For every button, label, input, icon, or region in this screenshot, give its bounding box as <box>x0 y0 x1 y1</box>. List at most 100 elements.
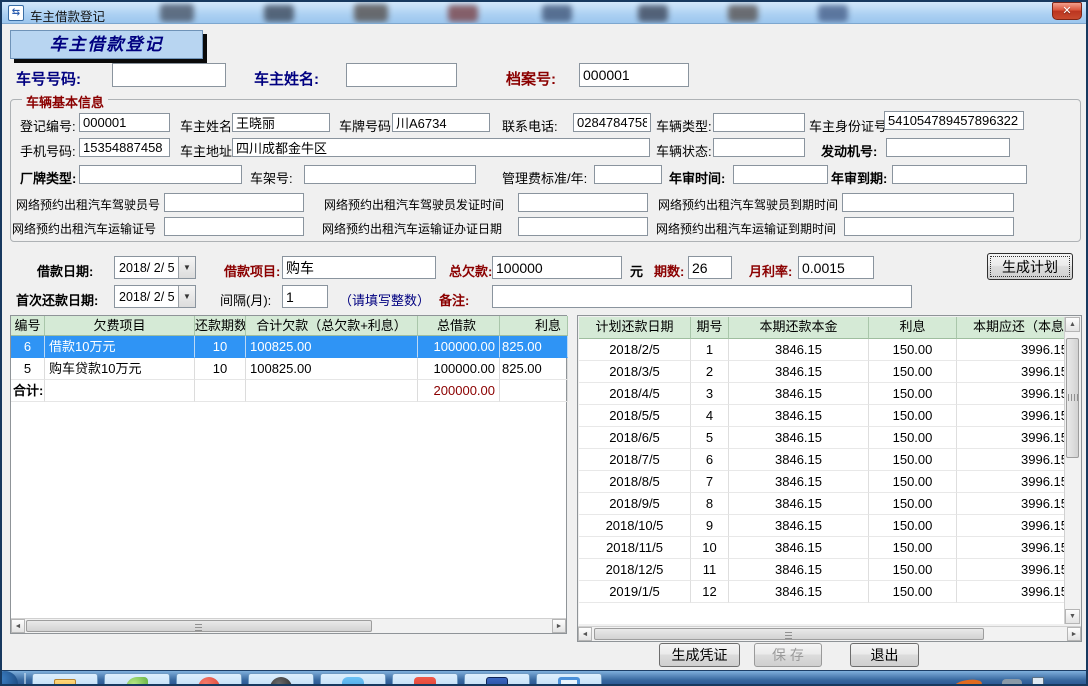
vehicle-no-input[interactable] <box>112 63 226 87</box>
start-orb[interactable] <box>2 671 18 684</box>
plan-table-vscrollbar[interactable]: ▲ ▼ <box>1064 317 1080 624</box>
net-driver-due-input[interactable] <box>842 193 1014 212</box>
generate-plan-button[interactable]: 生成计划 <box>987 253 1073 280</box>
col-header[interactable]: 欠费项目 <box>45 316 195 336</box>
col-header[interactable]: 期号 <box>691 317 729 339</box>
loan-item-input[interactable] <box>282 256 436 279</box>
net-trans-no-input[interactable] <box>164 217 304 236</box>
col-header[interactable]: 总借款 <box>418 316 500 336</box>
net-trans-due-input[interactable] <box>844 217 1014 236</box>
plan-table-header: 计划还款日期 期号 本期还款本金 利息 本期应还（本息 <box>579 317 1065 339</box>
vehicle-type-input[interactable] <box>713 113 805 132</box>
debt-table-row-selected[interactable]: 6 借款10万元 10 100825.00 100000.00 825.00 <box>11 336 568 358</box>
file-no-input[interactable] <box>579 63 689 87</box>
col-header[interactable]: 本期应还（本息 <box>957 317 1065 339</box>
phone-input[interactable] <box>573 113 651 132</box>
vehicle-status-input[interactable] <box>713 138 805 157</box>
loan-total-input[interactable] <box>492 256 622 279</box>
save-button[interactable]: 保 存 <box>754 643 822 667</box>
rate-label: 月利率: <box>749 261 792 280</box>
reg-no-input[interactable] <box>79 113 170 132</box>
debt-table-row[interactable]: 5 购车贷款10万元 10 100825.00 100000.00 825.00 <box>11 358 568 380</box>
plan-table-row[interactable]: 2018/9/5 8 3846.15 150.00 3996.15 <box>579 493 1065 515</box>
background-icon-blur <box>354 4 388 22</box>
col-header[interactable]: 合计欠款（总欠款+利息） <box>246 316 418 336</box>
mobile-input[interactable] <box>79 138 170 157</box>
background-icon-blur <box>728 5 758 22</box>
remark-input[interactable] <box>492 285 912 308</box>
plan-table: 计划还款日期 期号 本期还款本金 利息 本期应还（本息 2018/2/5 1 3… <box>579 317 1065 624</box>
plan-table-row[interactable]: 2018/7/5 6 3846.15 150.00 3996.15 <box>579 449 1065 471</box>
plan-table-row[interactable]: 2018/4/5 3 3846.15 150.00 3996.15 <box>579 383 1065 405</box>
chevron-down-icon[interactable]: ▼ <box>178 257 195 278</box>
taskbar-button-5[interactable] <box>320 673 386 684</box>
plan-table-row[interactable]: 2018/6/5 5 3846.15 150.00 3996.15 <box>579 427 1065 449</box>
col-header[interactable]: 本期还款本金 <box>729 317 869 339</box>
mobile-label: 手机号码: <box>20 141 76 160</box>
engine-no-input[interactable] <box>886 138 1010 157</box>
plan-table-row[interactable]: 2018/11/5 10 3846.15 150.00 3996.15 <box>579 537 1065 559</box>
owner-name-search-input[interactable] <box>346 63 457 87</box>
principal-total: 200000.00 <box>418 380 500 402</box>
tray-icon[interactable] <box>953 678 982 684</box>
taskbar-button-1[interactable] <box>32 673 98 684</box>
plan-table-row[interactable]: 2018/5/5 4 3846.15 150.00 3996.15 <box>579 405 1065 427</box>
col-header[interactable]: 还款期数 <box>195 316 246 336</box>
generate-voucher-button[interactable]: 生成凭证 <box>659 643 740 667</box>
scroll-right-icon[interactable]: ► <box>552 619 566 633</box>
rate-input[interactable] <box>798 256 874 279</box>
interval-input[interactable] <box>282 285 328 308</box>
loan-date-combo[interactable]: 2018/ 2/ 5 ▼ <box>114 256 196 279</box>
plate-no-input[interactable] <box>392 113 490 132</box>
scroll-left-icon[interactable]: ◄ <box>578 627 592 641</box>
tray-icon[interactable] <box>1002 679 1022 684</box>
scroll-thumb[interactable] <box>1066 338 1079 458</box>
net-driver-no-input[interactable] <box>164 193 304 212</box>
taskbar-button-7[interactable] <box>464 673 530 684</box>
plan-table-row[interactable]: 2018/8/5 7 3846.15 150.00 3996.15 <box>579 471 1065 493</box>
tray-icon[interactable] <box>1032 677 1044 684</box>
scroll-down-icon[interactable]: ▼ <box>1065 609 1080 624</box>
plan-table-row[interactable]: 2018/12/5 11 3846.15 150.00 3996.15 <box>579 559 1065 581</box>
col-header[interactable]: 利息 <box>869 317 957 339</box>
blue-app-icon <box>342 677 364 684</box>
first-repay-date-combo[interactable]: 2018/ 2/ 5 ▼ <box>114 285 196 308</box>
col-header[interactable]: 计划还款日期 <box>579 317 691 339</box>
plan-table-row[interactable]: 2018/3/5 2 3846.15 150.00 3996.15 <box>579 361 1065 383</box>
net-trans-issue-input[interactable] <box>518 217 648 236</box>
mgmt-fee-input[interactable] <box>594 165 662 184</box>
plan-table-row[interactable]: 2018/10/5 9 3846.15 150.00 3996.15 <box>579 515 1065 537</box>
repayment-plan-panel: 计划还款日期 期号 本期还款本金 利息 本期应还（本息 2018/2/5 1 3… <box>577 315 1082 642</box>
exit-button[interactable]: 退出 <box>850 643 919 667</box>
debt-table-hscrollbar[interactable]: ◄ ► <box>11 618 566 633</box>
scroll-thumb[interactable] <box>26 620 372 632</box>
scroll-thumb[interactable] <box>594 628 984 640</box>
scroll-right-icon[interactable]: ► <box>1067 627 1081 641</box>
taskbar-button-6[interactable] <box>392 673 458 684</box>
owner-name-input[interactable] <box>232 113 330 132</box>
owner-id-input[interactable] <box>884 111 1024 130</box>
taskbar-button-4[interactable] <box>248 673 314 684</box>
first-repay-date-label: 首次还款日期: <box>16 290 98 309</box>
plan-table-hscrollbar[interactable]: ◄ ► <box>578 626 1081 641</box>
periods-input[interactable] <box>688 256 732 279</box>
scroll-left-icon[interactable]: ◄ <box>11 619 25 633</box>
close-button[interactable]: ✕ <box>1052 2 1082 20</box>
net-driver-issue-input[interactable] <box>518 193 648 212</box>
col-header[interactable]: 编号 <box>11 316 45 336</box>
taskbar-button-8[interactable] <box>536 673 602 684</box>
taskbar-button-3[interactable] <box>176 673 242 684</box>
address-input[interactable] <box>232 138 650 157</box>
chevron-down-icon[interactable]: ▼ <box>178 286 195 307</box>
net-driver-due-label: 网络预约出租汽车驾驶员到期时间 <box>658 196 838 213</box>
col-header[interactable]: 利息 <box>500 316 568 336</box>
brand-type-input[interactable] <box>79 165 242 184</box>
plan-table-row[interactable]: 2019/1/5 12 3846.15 150.00 3996.15 <box>579 581 1065 603</box>
annual-due-input[interactable] <box>892 165 1027 184</box>
scroll-up-icon[interactable]: ▲ <box>1065 317 1080 332</box>
file-no-label: 档案号: <box>506 68 556 89</box>
taskbar-button-2[interactable] <box>104 673 170 684</box>
plan-table-row[interactable]: 2018/2/5 1 3846.15 150.00 3996.15 <box>579 339 1065 361</box>
annual-time-input[interactable] <box>733 165 828 184</box>
frame-no-input[interactable] <box>304 165 476 184</box>
